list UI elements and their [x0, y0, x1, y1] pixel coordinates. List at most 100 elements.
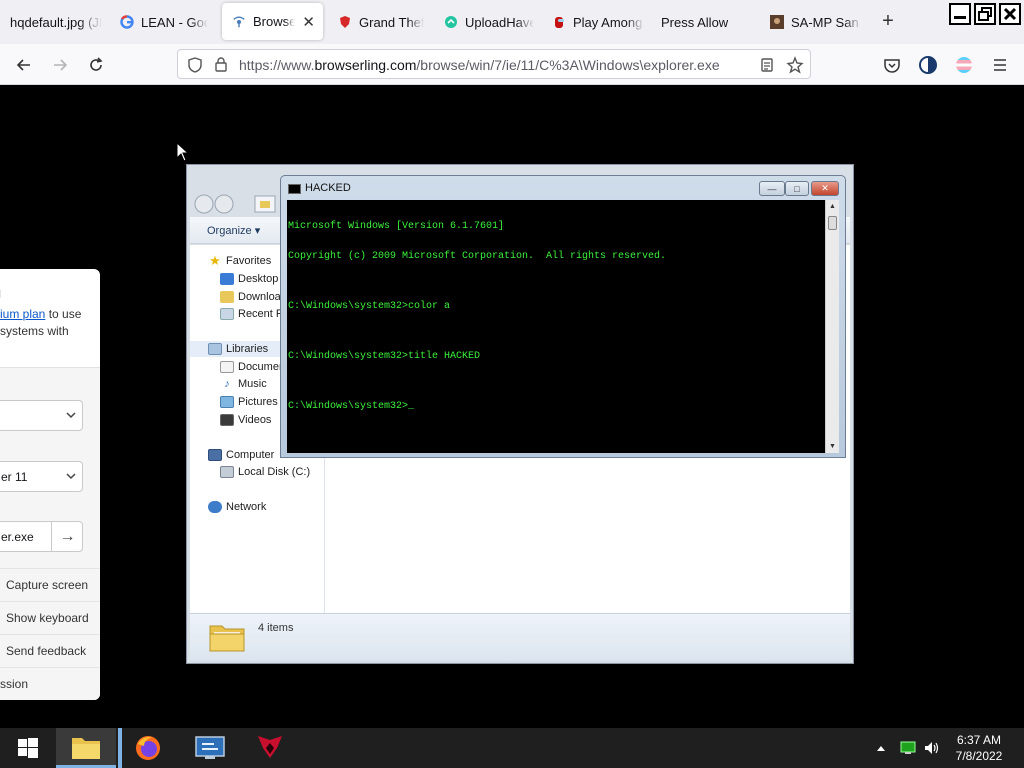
clock[interactable]: 6:37 AM 7/8/2022: [950, 732, 1008, 764]
cmd-close-button[interactable]: ✕: [811, 181, 839, 196]
tab-hqdefault[interactable]: hqdefault.jpg (JPEG Ima: [10, 0, 102, 44]
remote-desktop-icon: [195, 736, 225, 759]
show-keyboard-button[interactable]: Show keyboard: [0, 601, 100, 634]
console-line: C:\Windows\system32>color a: [288, 301, 451, 312]
tab-play-among[interactable]: Play Among Us: [552, 0, 644, 44]
cmd-maximize-button[interactable]: □: [785, 181, 809, 196]
tab-label: Browserling: [253, 14, 296, 29]
capture-screen-button[interactable]: Capture screen: [0, 568, 100, 601]
restore-window-button[interactable]: [974, 3, 996, 25]
tree-item-downloads[interactable]: Download: [220, 289, 287, 305]
cmd-minimize-button[interactable]: —: [759, 181, 785, 196]
close-tab-icon[interactable]: ✕: [302, 13, 315, 31]
url-bar[interactable]: https://www.browserling.com/browse/win/7…: [177, 49, 811, 79]
reload-button[interactable]: [83, 52, 109, 78]
tab-browserling[interactable]: Browserling ✕: [222, 3, 323, 40]
tree-item-documents[interactable]: Document: [220, 359, 288, 375]
pocket-button[interactable]: [879, 52, 905, 78]
os-select[interactable]: [0, 400, 83, 431]
start-button[interactable]: [8, 728, 48, 768]
tab-label: UploadHaven: [465, 14, 534, 30]
explorer-nav-buttons: [193, 192, 283, 216]
reader-view-icon[interactable]: [759, 57, 775, 73]
tab-strip: hqdefault.jpg (JPEG Ima LEAN - Google Br…: [0, 0, 1024, 44]
close-window-button[interactable]: [999, 3, 1021, 25]
profile-button[interactable]: [951, 52, 977, 78]
network-tray-button[interactable]: [898, 728, 918, 768]
drive-icon: [220, 466, 234, 478]
tree-item-pictures[interactable]: Pictures: [220, 394, 278, 410]
cmd-window[interactable]: HACKED — □ ✕ Microsoft Windows [Version …: [280, 175, 846, 458]
organize-label: Organize: [207, 225, 252, 237]
cmd-title: HACKED: [305, 182, 351, 194]
cmd-scrollbar[interactable]: ▲ ▼: [825, 200, 839, 453]
folder-icon: [209, 625, 245, 652]
taskbar-firefox[interactable]: [126, 728, 170, 768]
cmd-console[interactable]: Microsoft Windows [Version 6.1.7601] Cop…: [287, 200, 825, 453]
premium-plan-link[interactable]: ium plan: [0, 307, 45, 321]
browser-select[interactable]: er 11: [0, 461, 83, 492]
side-panel-title: g: [0, 285, 1, 302]
file-explorer-icon: [72, 737, 100, 759]
end-session-button[interactable]: ssion: [0, 667, 100, 700]
tree-item-desktop[interactable]: Desktop: [220, 271, 278, 287]
tree-item-computer[interactable]: Computer: [208, 447, 274, 463]
path-input[interactable]: er.exe →: [0, 521, 83, 552]
tree-label: Computer: [226, 449, 275, 461]
tab-samp[interactable]: SA-MP San Andreas: [770, 0, 862, 44]
explorer-details-pane: 4 items: [190, 613, 850, 661]
chevron-down-icon: [66, 412, 76, 419]
taskbar-divider: [118, 728, 122, 768]
tab-grand-theft[interactable]: Grand Theft Auto: [338, 0, 424, 44]
tab-label: hqdefault.jpg (JPEG Ima: [10, 14, 102, 30]
desktop-icon: [220, 273, 234, 285]
hamburger-menu-icon: [994, 59, 1006, 71]
extension-button[interactable]: [915, 52, 941, 78]
cmd-icon: [288, 184, 301, 194]
shield-icon[interactable]: [187, 57, 203, 73]
ublock-icon: [919, 56, 937, 74]
tab-lean-google[interactable]: LEAN - Google: [120, 0, 208, 44]
side-panel-text-line2: systems with: [0, 324, 69, 338]
menu-label: ssion: [0, 677, 29, 691]
profile-flag-icon: [956, 57, 972, 73]
show-hidden-icons-button[interactable]: [872, 728, 890, 768]
new-tab-button[interactable]: +: [878, 10, 898, 34]
menu-button[interactable]: [987, 52, 1013, 78]
taskbar-remote-desktop[interactable]: [188, 728, 232, 768]
tree-item-local-disk[interactable]: Local Disk (C:): [220, 464, 310, 480]
tree-label: Local Disk (C:): [238, 466, 311, 478]
back-arrow-icon: [16, 59, 30, 71]
organize-button[interactable]: Organize ▾: [207, 224, 260, 237]
tree-item-videos[interactable]: Videos: [220, 412, 271, 428]
red-shield-icon: [338, 15, 352, 29]
side-panel-text-after: to use: [45, 307, 82, 321]
minimize-window-button[interactable]: [949, 3, 971, 25]
taskbar-app[interactable]: [248, 728, 292, 768]
go-arrow-icon[interactable]: →: [51, 521, 83, 552]
scroll-up-icon[interactable]: ▲: [829, 203, 836, 210]
console-line: C:\Windows\system32>title HACKED: [288, 351, 481, 362]
clock-date: 7/8/2022: [955, 749, 1003, 763]
tab-uploadhaven[interactable]: UploadHaven: [444, 0, 534, 44]
side-panel-controls: er 11 er.exe → Capture screen Show keybo…: [0, 367, 100, 700]
tree-item-favorites[interactable]: ★ Favorites: [208, 253, 271, 269]
tree-item-music[interactable]: ♪ Music: [220, 376, 266, 392]
firefox-icon: [136, 736, 160, 760]
volume-button[interactable]: [922, 728, 942, 768]
url-text: https://www.browserling.com/browse/win/7…: [239, 57, 720, 73]
scroll-down-icon[interactable]: ▼: [829, 443, 836, 450]
send-feedback-button[interactable]: Send feedback: [0, 634, 100, 667]
bookmark-star-icon[interactable]: [786, 56, 804, 74]
tree-label: Desktop: [238, 273, 279, 285]
forward-button[interactable]: [47, 52, 73, 78]
lock-icon[interactable]: [214, 56, 228, 72]
tab-press-allow[interactable]: Press Allow: [661, 0, 741, 44]
among-us-icon: [552, 15, 566, 29]
taskbar-explorer[interactable]: [56, 728, 116, 768]
browserling-icon: [232, 15, 246, 29]
back-button[interactable]: [11, 52, 37, 78]
scroll-thumb[interactable]: [828, 216, 837, 230]
tree-item-network[interactable]: Network: [208, 499, 266, 515]
taskbar: 6:37 AM 7/8/2022: [0, 728, 1024, 768]
